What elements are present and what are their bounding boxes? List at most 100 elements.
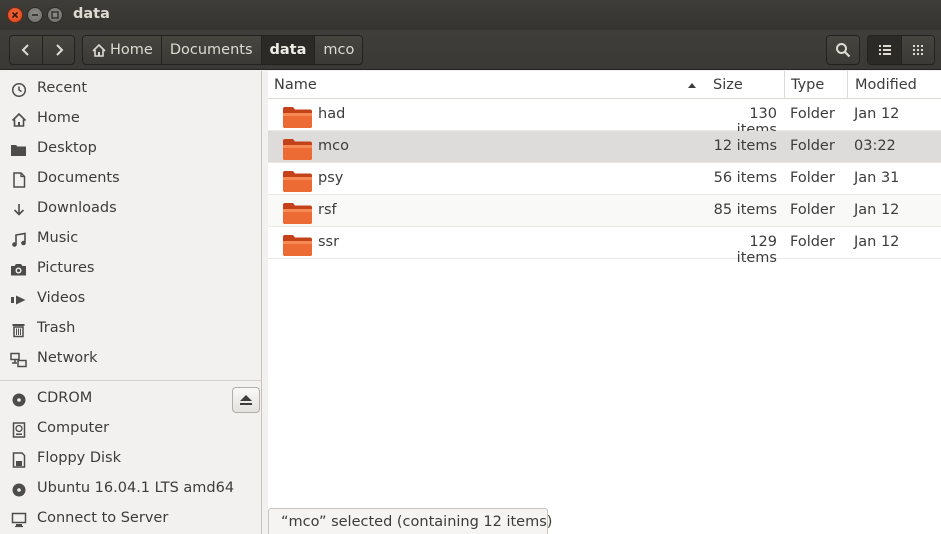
file-name: rsf [318, 202, 337, 218]
eject-button[interactable] [232, 387, 260, 413]
file-name: mco [318, 138, 349, 154]
sidebar-item-floppy-disk[interactable]: Floppy Disk [0, 444, 262, 474]
sidebar-item-pictures[interactable]: Pictures [0, 254, 262, 284]
column-header-size[interactable]: Size [707, 71, 784, 99]
forward-button[interactable] [42, 36, 74, 64]
status-text: “mco” selected (containing 12 items) [281, 513, 553, 530]
camera-icon [10, 261, 27, 278]
table-row[interactable]: mco 12 items Folder 03:22 [268, 131, 941, 163]
file-name: psy [318, 170, 344, 186]
video-icon [10, 291, 27, 308]
sidebar-item-videos[interactable]: Videos [0, 284, 262, 314]
file-modified: 03:22 [854, 138, 896, 154]
breadcrumb-home[interactable]: Home [83, 36, 161, 64]
music-icon [10, 231, 27, 248]
sidebar-item-label: Trash [37, 320, 76, 336]
clock-icon [10, 81, 27, 98]
file-type: Folder [790, 138, 835, 154]
list-view-icon [878, 45, 891, 55]
file-size: 129 items [736, 234, 777, 266]
view-mode-buttons [867, 35, 935, 65]
column-header-row: Name Size Type Modified [268, 71, 941, 99]
navigation-buttons [9, 35, 75, 65]
floppy-icon [10, 451, 27, 468]
table-row[interactable]: rsf 85 items Folder Jan 12 [268, 195, 941, 227]
status-bar: “mco” selected (containing 12 items) [268, 508, 552, 534]
header-bar: Home Documents data mco [0, 30, 941, 70]
column-header-label: Type [791, 77, 825, 93]
grid-view-button[interactable] [901, 36, 934, 64]
sidebar-item-label: Floppy Disk [37, 450, 121, 466]
sidebar-item-downloads[interactable]: Downloads [0, 194, 262, 224]
maximize-icon [51, 11, 59, 19]
breadcrumb-home-label: Home [110, 42, 153, 58]
chevron-right-icon [55, 44, 63, 56]
breadcrumb-data[interactable]: data [260, 36, 315, 64]
file-modified: Jan 31 [854, 170, 900, 186]
column-header-label: Name [274, 77, 317, 93]
column-header-label: Modified [855, 77, 917, 93]
sidebar-item-label: Desktop [37, 140, 97, 156]
sidebar-item-computer[interactable]: Computer [0, 414, 262, 444]
folder-icon [283, 107, 312, 128]
sidebar-item-label: Documents [37, 170, 120, 186]
desktop-folder-icon [10, 141, 27, 158]
sidebar-item-home[interactable]: Home [0, 104, 262, 134]
sidebar-item-label: Pictures [37, 260, 95, 276]
document-icon [10, 171, 27, 188]
close-window-button[interactable] [7, 7, 23, 23]
sidebar-item-label: Music [37, 230, 79, 246]
file-modified: Jan 12 [854, 106, 900, 122]
sidebar-item-label: Computer [37, 420, 110, 436]
sidebar-item-ubuntu-disc[interactable]: Ubuntu 16.04.1 LTS amd64 [0, 474, 262, 504]
maximize-window-button[interactable] [47, 7, 63, 23]
column-header-modified[interactable]: Modified [847, 71, 941, 99]
sidebar-item-desktop[interactable]: Desktop [0, 134, 262, 164]
sidebar-item-recent[interactable]: Recent [0, 74, 262, 104]
breadcrumb-mco[interactable]: mco [314, 36, 362, 64]
sidebar-item-music[interactable]: Music [0, 224, 262, 254]
window-title: data [73, 6, 110, 22]
file-type: Folder [790, 106, 835, 122]
column-header-name[interactable]: Name [268, 71, 707, 99]
table-row[interactable]: had 130 items Folder Jan 12 [268, 99, 941, 138]
sidebar: Recent Home Desktop Documents Downloads … [0, 71, 262, 534]
network-icon [10, 351, 27, 368]
file-modified: Jan 12 [854, 234, 900, 250]
file-name: ssr [318, 234, 340, 250]
download-icon [10, 201, 27, 218]
sidebar-item-label: Network [37, 350, 98, 366]
folder-icon [283, 203, 312, 224]
breadcrumb: Home Documents data mco [82, 35, 364, 65]
sidebar-item-label: Recent [37, 80, 88, 96]
breadcrumb-documents[interactable]: Documents [160, 36, 261, 64]
column-header-type[interactable]: Type [784, 71, 847, 99]
table-row[interactable]: psy 56 items Folder Jan 31 [268, 163, 941, 195]
disc-icon [10, 391, 27, 408]
list-view-button[interactable] [868, 36, 901, 64]
search-icon [836, 43, 851, 58]
file-size: 56 items [713, 170, 777, 186]
folder-icon [283, 171, 312, 192]
search-button[interactable] [826, 35, 860, 65]
sidebar-item-label: CDROM [37, 390, 93, 406]
file-size: 12 items [713, 138, 777, 154]
sidebar-item-network[interactable]: Network [0, 344, 262, 374]
sidebar-item-trash[interactable]: Trash [0, 314, 262, 344]
file-list: Name Size Type Modified had 130 items Fo… [268, 71, 941, 534]
sidebar-item-connect-to-server[interactable]: Connect to Server [0, 504, 262, 534]
disc-icon [10, 481, 27, 498]
eject-icon [240, 395, 252, 405]
back-button[interactable] [10, 36, 42, 64]
chevron-left-icon [21, 44, 29, 56]
sidebar-item-label: Home [37, 110, 80, 126]
sidebar-item-documents[interactable]: Documents [0, 164, 262, 194]
home-icon [91, 43, 107, 58]
column-header-label: Size [713, 77, 743, 93]
close-icon [11, 11, 19, 19]
file-type: Folder [790, 202, 835, 218]
sidebar-item-cdrom[interactable]: CDROM [0, 384, 262, 414]
table-row[interactable]: ssr 129 items Folder Jan 12 [268, 227, 941, 266]
sidebar-divider [0, 380, 262, 381]
minimize-window-button[interactable] [27, 7, 43, 23]
